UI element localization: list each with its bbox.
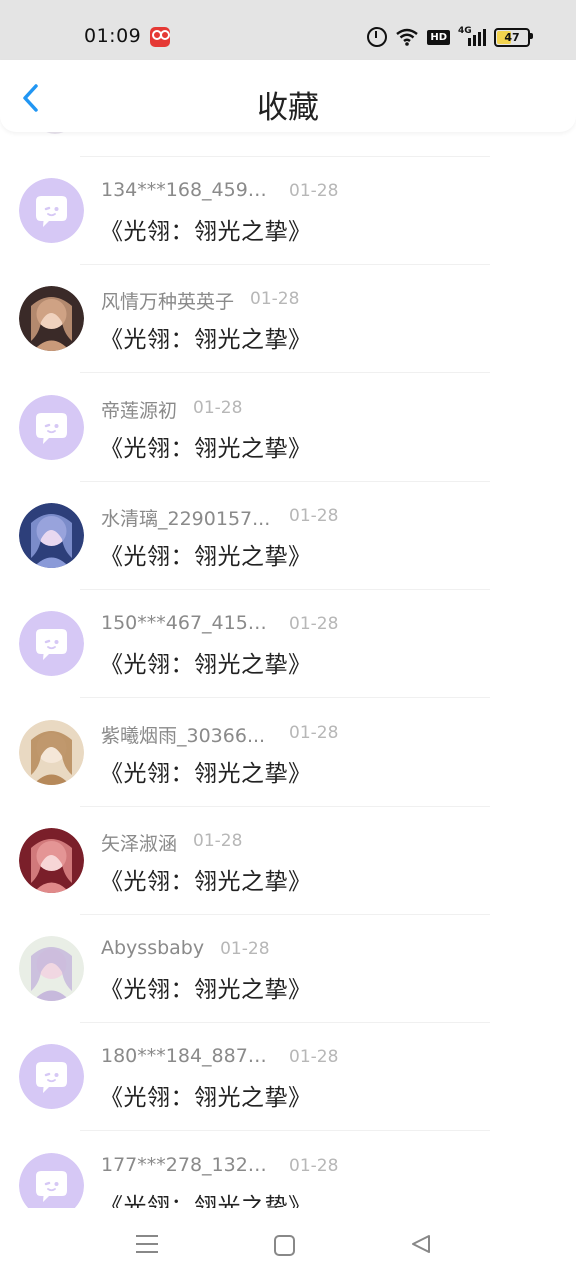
list-item[interactable]: 180***184_8871... 01-28 《光翎：翎光之挚》 bbox=[0, 1023, 576, 1132]
item-author-name: 帝莲源初 bbox=[101, 399, 178, 422]
item-title: 《光翎：翎光之挚》 bbox=[100, 652, 312, 679]
item-title: 《光翎：翎光之挚》 bbox=[100, 977, 312, 1004]
default-chat-avatar-icon[interactable] bbox=[19, 1044, 84, 1110]
item-date: 01-28 bbox=[289, 614, 339, 635]
default-chat-avatar-icon[interactable] bbox=[19, 178, 84, 243]
item-date: 01-28 bbox=[289, 1155, 339, 1176]
item-title: 《光翎：翎光之挚》 bbox=[100, 760, 312, 787]
wifi-icon bbox=[396, 28, 419, 46]
item-date: 01-28 bbox=[220, 939, 270, 960]
signal-4g-icon: 4G bbox=[458, 26, 486, 46]
item-date: 01-28 bbox=[193, 830, 243, 851]
user-avatar-photo[interactable] bbox=[19, 502, 84, 568]
list-item[interactable]: Abyssbaby 01-28 《光翎：翎光之挚》 bbox=[0, 915, 576, 1024]
item-title: 《光翎：翎光之挚》 bbox=[100, 1085, 312, 1112]
item-date: 01-28 bbox=[289, 1047, 339, 1068]
item-title: 《光翎：翎光之挚》 bbox=[100, 543, 312, 570]
network-type-label: 4G bbox=[458, 26, 472, 36]
item-author-name: 177***278_1321... bbox=[101, 1153, 273, 1176]
default-chat-avatar-icon[interactable] bbox=[19, 394, 84, 460]
app-notification-icon bbox=[150, 27, 170, 47]
page-title: 收藏 bbox=[257, 90, 319, 126]
list-item[interactable]: 177***278_1321... 01-28 《光翎：翎光之挚》 bbox=[0, 1132, 576, 1208]
item-date: 01-28 bbox=[289, 181, 339, 201]
battery-level: 47 bbox=[504, 30, 520, 44]
user-avatar-photo[interactable] bbox=[19, 286, 84, 352]
menu-icon[interactable] bbox=[136, 1235, 158, 1253]
list-item[interactable]: 矢泽淑涵 01-28 《光翎：翎光之挚》 bbox=[0, 807, 576, 915]
item-date: 01-28 bbox=[289, 505, 339, 526]
list-item[interactable]: 水清璃_2290157... 01-28 《光翎：翎光之挚》 bbox=[0, 482, 576, 590]
item-title: 《光翎：翎光之挚》 bbox=[100, 868, 312, 895]
avatar bbox=[36, 132, 74, 134]
item-date: 01-28 bbox=[289, 722, 339, 743]
item-date: 01-28 bbox=[193, 397, 243, 418]
back-triangle-icon[interactable] bbox=[410, 1233, 432, 1255]
user-avatar-photo[interactable] bbox=[19, 827, 84, 893]
user-avatar-photo[interactable] bbox=[19, 936, 84, 1002]
list-item[interactable]: 134***168_4599... 01-28 《光翎：翎光之挚》 bbox=[0, 157, 576, 265]
item-author-name: 矢泽淑涵 bbox=[101, 832, 178, 855]
status-bar: 01:09 HD 4G 47 bbox=[0, 0, 576, 60]
alarm-icon bbox=[367, 27, 388, 47]
list-item[interactable]: 150***467_4154... 01-28 《光翎：翎光之挚》 bbox=[0, 590, 576, 699]
item-author-name: 134***168_4599... bbox=[101, 179, 273, 201]
list-item[interactable]: 风情万种英英子 01-28 《光翎：翎光之挚》 bbox=[0, 265, 576, 374]
status-icons: HD 4G 47 bbox=[367, 26, 533, 48]
item-title: 《光翎：翎光之挚》 bbox=[100, 219, 312, 245]
status-time: 01:09 bbox=[84, 25, 142, 47]
user-avatar-photo[interactable] bbox=[19, 719, 84, 785]
home-icon[interactable] bbox=[274, 1235, 295, 1256]
battery-icon: 47 bbox=[494, 27, 533, 47]
item-title: 《光翎：翎光之挚》 bbox=[100, 435, 312, 462]
list-item[interactable]: 紫曦烟雨_30366... 01-28 《光翎：翎光之挚》 bbox=[0, 699, 576, 807]
default-chat-avatar-icon[interactable] bbox=[19, 611, 84, 677]
item-author-name: 风情万种英英子 bbox=[101, 291, 235, 314]
hd-icon: HD bbox=[427, 29, 450, 45]
navigation-bar bbox=[0, 1208, 576, 1280]
item-title: 《光翎：翎光之挚》 bbox=[100, 327, 312, 354]
item-author-name: 180***184_8871... bbox=[101, 1045, 273, 1068]
item-author-name: Abyssbaby bbox=[101, 937, 205, 960]
item-title: 《光翎：翎光之挚》 bbox=[100, 1193, 312, 1208]
item-author-name: 水清璃_2290157... bbox=[101, 507, 271, 530]
header: 收藏 bbox=[0, 60, 576, 132]
favorites-list[interactable]: 134***168_4599... 01-28 《光翎：翎光之挚》 风情万种英英子 01… bbox=[0, 132, 576, 1208]
item-author-name: 紫曦烟雨_30366... bbox=[101, 724, 266, 747]
default-chat-avatar-icon[interactable] bbox=[19, 1152, 84, 1208]
item-author-name: 150***467_4154... bbox=[101, 612, 273, 635]
item-date: 01-28 bbox=[250, 289, 300, 310]
list-item[interactable]: 帝莲源初 01-28 《光翎：翎光之挚》 bbox=[0, 374, 576, 482]
